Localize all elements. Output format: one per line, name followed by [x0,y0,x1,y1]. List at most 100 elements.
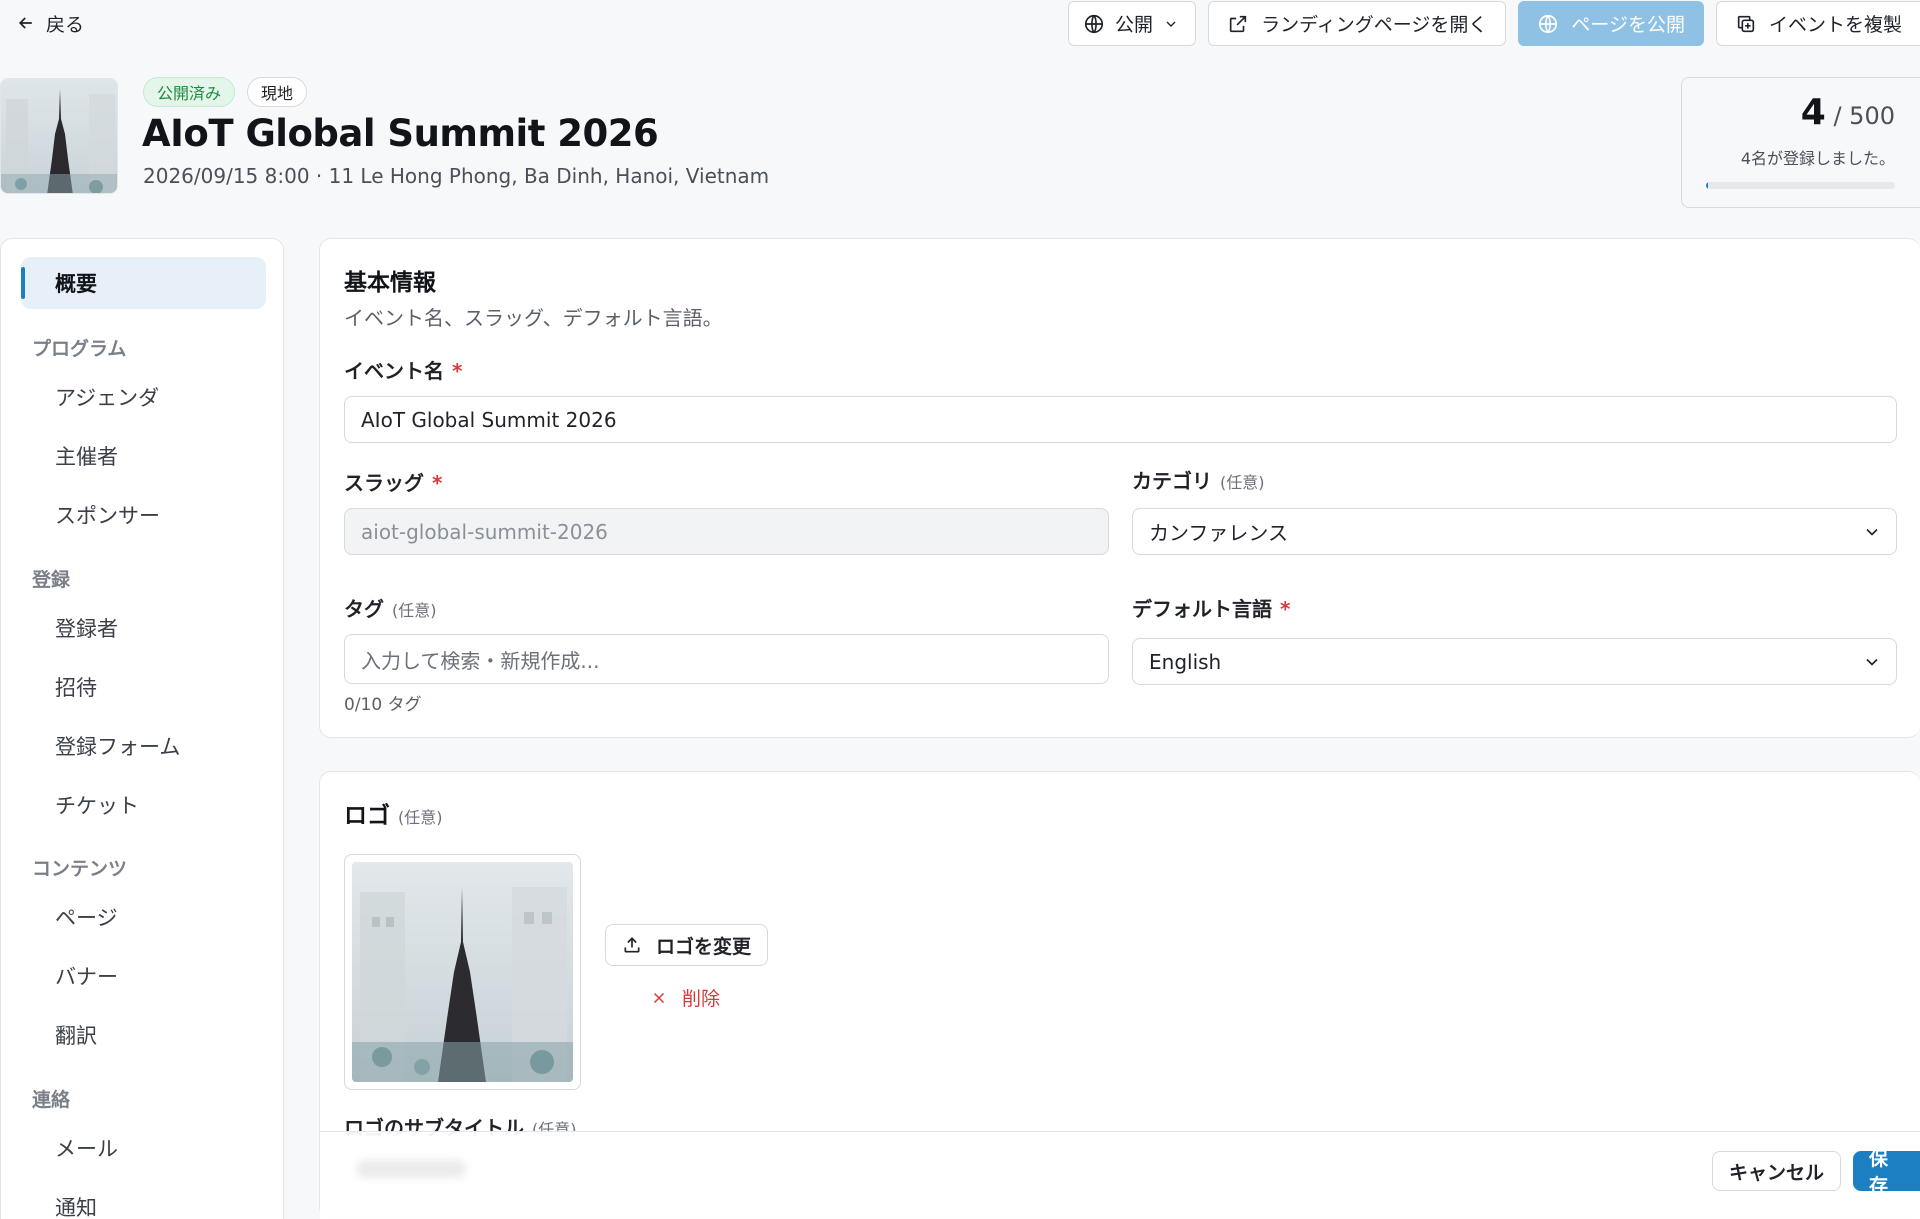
sidebar-item-notifications[interactable]: 通知 [21,1181,266,1219]
category-select[interactable]: カンファレンス [1132,508,1897,555]
logo-preview [344,854,581,1090]
change-logo-label: ロゴを変更 [656,935,752,958]
sidebar-item-agenda[interactable]: アジェンダ [21,371,266,423]
sidebar-item-translations[interactable]: 翻訳 [21,1009,266,1061]
logo-title-text: ロゴ [344,803,390,829]
sidebar-item-label: スポンサー [55,504,160,528]
category-label-text: カテゴリ [1132,469,1212,493]
capacity-card: 4 / 500 4名が登録しました。 [1681,77,1920,208]
skyscraper-image [1,79,117,193]
external-link-icon [1229,15,1247,32]
tag-label-text: タグ [344,597,384,621]
sidebar-item-overview[interactable]: 概要 [21,257,266,309]
capacity-progress-bar [1706,182,1895,189]
sidebar-item-email[interactable]: メール [21,1122,266,1174]
change-logo-button[interactable]: ロゴを変更 [605,924,769,966]
open-landing-button[interactable]: ランディングページを開く [1208,1,1507,46]
type-badge: 現地 [247,77,308,107]
optional-mark: (任意) [398,808,443,827]
event-name-label-text: イベント名 [344,359,444,383]
event-name-value: AIoT Global Summit 2026 [361,407,617,432]
default-language-label: デフォルト言語 * [1132,593,1290,622]
sidebar-item-label: メール [55,1137,118,1161]
delete-logo-button[interactable]: 削除 [650,984,720,1011]
skyscraper-image [352,862,573,1082]
sidebar-group-content: コンテンツ [32,858,128,880]
sidebar-item-label: 登録者 [55,617,118,641]
capacity-count: 4 / 500 [1801,92,1895,133]
sidebar-item-label: 概要 [55,272,97,296]
required-mark: * [1280,597,1291,621]
chevron-down-icon [1866,528,1878,536]
globe-icon [1084,14,1104,33]
sidebar-item-registrants[interactable]: 登録者 [21,602,266,654]
logo-title: ロゴ (任意) [344,796,443,830]
category-label: カテゴリ (任意) [1132,465,1265,494]
event-badges: 公開済み 現地 [143,77,308,107]
required-mark: * [452,359,463,383]
sidebar-item-label: ページ [55,906,118,930]
sidebar-item-label: バナー [55,965,118,989]
sidebar-item-invitations[interactable]: 招待 [21,661,266,713]
chevron-down-icon [1166,21,1176,27]
sidebar-group-registration: 登録 [32,569,71,591]
event-name-input[interactable]: AIoT Global Summit 2026 [344,396,1897,443]
basic-info-description: イベント名、スラッグ、デフォルト言語。 [344,306,723,330]
optional-mark: (任意) [392,601,437,620]
open-landing-label: ランディングページを開く [1261,14,1488,36]
sidebar-item-label: 招待 [55,676,97,700]
required-mark: * [432,471,443,495]
visibility-label: 公開 [1115,14,1154,36]
chevron-down-icon [1866,658,1878,666]
category-value: カンファレンス [1149,521,1288,545]
optional-mark: (任意) [1220,473,1265,492]
sidebar-item-label: アジェンダ [55,386,160,410]
cancel-button[interactable]: キャンセル [1712,1151,1842,1191]
sidebar-item-registration-form[interactable]: 登録フォーム [21,720,266,772]
sidebar-group-communication: 連絡 [32,1089,71,1111]
status-badge: 公開済み [143,77,236,107]
upload-icon [624,937,640,953]
slug-label: スラッグ * [344,467,442,496]
event-thumbnail [0,78,118,194]
back-button[interactable]: 戻る [16,8,84,38]
default-language-select[interactable]: English [1132,638,1897,685]
capacity-progress-fill [1706,182,1708,189]
sidebar-item-label: チケット [55,794,139,818]
visibility-dropdown[interactable]: 公開 [1068,1,1197,46]
sidebar-item-tickets[interactable]: チケット [21,779,266,831]
tag-input[interactable]: 入力して検索・新規作成... [344,634,1109,684]
sidebar-item-sponsors[interactable]: スポンサー [21,489,266,541]
slug-input[interactable]: aiot-global-summit-2026 [344,508,1109,555]
capacity-limit: / 500 [1833,102,1895,130]
form-action-bar: キャンセル 保存 [320,1131,1920,1219]
delete-logo-label: 削除 [682,988,721,1010]
top-actions: 公開 ランディングページを開く ページを公開 イベントを複製 [1068,1,1920,46]
basic-info-card: 基本情報 イベント名、スラッグ、デフォルト言語。 イベント名 * AIoT Glo… [319,238,1920,738]
sidebar: 概要 プログラム アジェンダ 主催者 スポンサー 登録 登録者 招待 登録フォー… [0,238,284,1219]
back-label: 戻る [46,13,85,36]
tag-label: タグ (任意) [344,593,437,622]
sidebar-item-label: 翻訳 [55,1024,97,1048]
blurred-input [356,1160,466,1178]
save-button[interactable]: 保存 [1853,1148,1920,1197]
sidebar-item-label: 通知 [55,1196,97,1219]
sidebar-item-organizers[interactable]: 主催者 [21,430,266,482]
duplicate-event-button[interactable]: イベントを複製 [1715,1,1920,46]
sidebar-item-pages[interactable]: ページ [21,891,266,943]
default-language-value: English [1149,649,1222,674]
registered-count: 4 [1800,92,1826,133]
slug-value: aiot-global-summit-2026 [361,519,608,544]
tag-count-hint: 0/10 タグ [344,695,422,715]
globe-icon [1539,14,1558,33]
copy-icon [1737,15,1755,32]
tag-placeholder: 入力して検索・新規作成... [361,648,600,673]
event-title: AIoT Global Summit 2026 [142,112,659,155]
sidebar-group-program: プログラム [32,338,127,360]
sidebar-item-banners[interactable]: バナー [21,950,266,1002]
publish-page-label: ページを公開 [1571,14,1685,36]
sidebar-item-label: 登録フォーム [55,735,181,759]
duplicate-event-label: イベントを複製 [1768,14,1902,36]
event-name-label: イベント名 * [344,355,462,384]
publish-page-button[interactable]: ページを公開 [1518,1,1704,46]
